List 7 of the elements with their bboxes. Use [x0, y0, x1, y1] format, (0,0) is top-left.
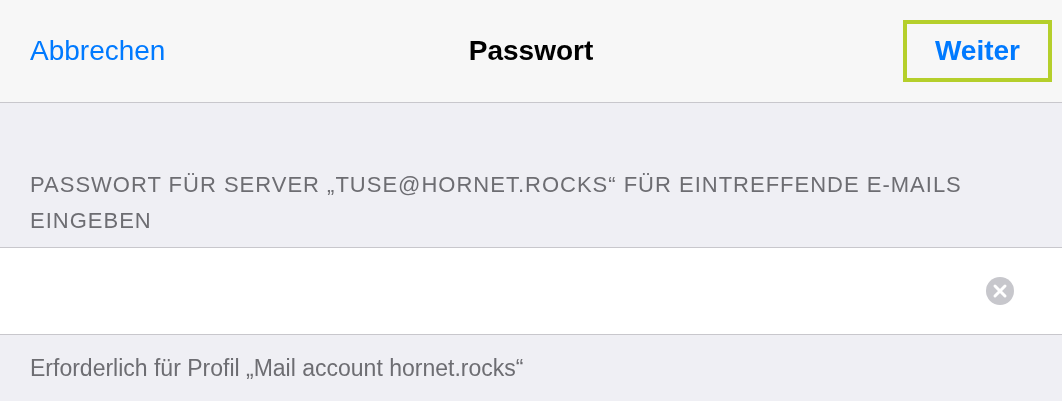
- password-field[interactable]: [0, 247, 1062, 335]
- section-header: PASSWORT FÜR SERVER „TUSE@HORNET.ROCKS“ FÜR EINTREFFENDE E-MAILS EINGEBEN: [30, 171, 963, 235]
- clear-icon[interactable]: [986, 277, 1014, 305]
- nav-title: Passwort: [468, 34, 594, 68]
- next-button[interactable]: Weiter: [902, 20, 1052, 82]
- cancel-button[interactable]: Abbrechen: [30, 30, 166, 72]
- footer-note: Erforderlich für Profil „Mail account hornet.rocks“: [30, 354, 525, 383]
